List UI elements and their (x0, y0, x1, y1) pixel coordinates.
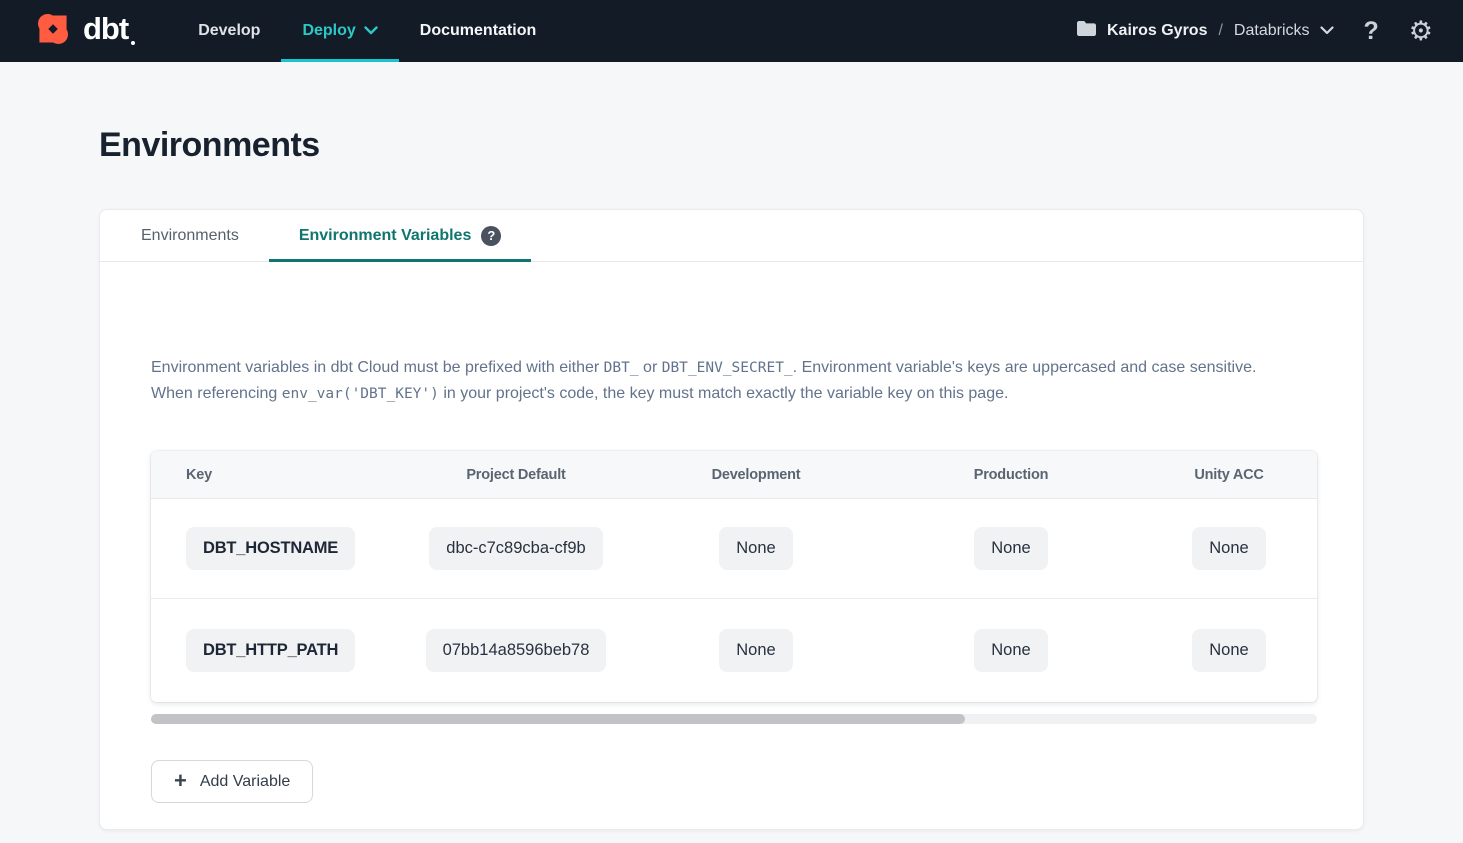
project-name: Kairos Gyros (1107, 22, 1207, 40)
unity-acc-cell[interactable]: None (1192, 527, 1265, 570)
horizontal-scrollbar-thumb[interactable] (151, 714, 965, 724)
dbt-logo-icon (30, 6, 76, 57)
column-header-production: Production (881, 467, 1141, 483)
dbt-logo[interactable]: dbt (30, 6, 135, 57)
question-mark-glyph: ? (487, 228, 495, 243)
var-key-cell[interactable]: DBT_HOSTNAME (186, 527, 355, 570)
development-cell[interactable]: None (719, 527, 792, 570)
nav-documentation-label: Documentation (420, 22, 536, 40)
table-row: DBT_HTTP_PATH 07bb14a8596beb78 None None… (151, 598, 1317, 702)
add-variable-label: Add Variable (200, 773, 290, 791)
tab-bar: Environments Environment Variables ? (100, 210, 1363, 262)
nav-item-deploy[interactable]: Deploy (281, 0, 398, 62)
add-variable-button[interactable]: + Add Variable (151, 760, 313, 803)
top-navigation: dbt Develop Deploy Documentation Kairos … (0, 0, 1463, 62)
deployment-name: Databricks (1234, 22, 1310, 40)
table-header-row: Key Project Default Development Producti… (151, 451, 1317, 499)
nav-deploy-label: Deploy (302, 22, 355, 40)
env-vars-table: Key Project Default Development Producti… (151, 451, 1317, 702)
development-cell[interactable]: None (719, 629, 792, 672)
folder-icon (1076, 20, 1097, 42)
tab-environments-label: Environments (141, 227, 239, 245)
account-project-switcher[interactable]: Kairos Gyros / Databricks (1076, 20, 1334, 42)
tab-environments[interactable]: Environments (111, 210, 269, 261)
horizontal-scrollbar[interactable] (151, 714, 1317, 724)
desc-text: in your project's code, the key must mat… (439, 385, 1009, 402)
var-key-cell[interactable]: DBT_HTTP_PATH (186, 629, 355, 672)
column-header-key: Key (151, 467, 401, 483)
column-header-unity-acc: Unity ACC (1141, 467, 1317, 483)
table-row: DBT_HOSTNAME dbc-c7c89cba-cf9b None None… (151, 499, 1317, 598)
project-default-cell[interactable]: 07bb14a8596beb78 (426, 629, 607, 672)
desc-text: When referencing (151, 385, 282, 402)
settings-button[interactable]: ⚙ (1409, 18, 1433, 45)
desc-code-env-var: env_var('DBT_KEY') (282, 386, 439, 402)
desc-text: or (639, 359, 662, 376)
breadcrumb-separator: / (1217, 22, 1223, 40)
desc-code-secret-prefix: DBT_ENV_SECRET_ (662, 360, 793, 376)
environments-card: Environments Environment Variables ? Env… (99, 209, 1364, 830)
chevron-down-icon (1320, 22, 1334, 40)
env-vars-description: Environment variables in dbt Cloud must … (151, 355, 1321, 407)
nav-item-documentation[interactable]: Documentation (399, 0, 557, 62)
production-cell[interactable]: None (974, 629, 1047, 672)
help-button[interactable]: ? (1364, 19, 1379, 44)
nav-develop-label: Develop (198, 22, 260, 40)
production-cell[interactable]: None (974, 527, 1047, 570)
tab-environment-variables-label: Environment Variables (299, 227, 472, 245)
gear-icon: ⚙ (1409, 18, 1433, 45)
desc-code-dbt-prefix: DBT_ (604, 360, 639, 376)
desc-text: . Environment variable's keys are upperc… (793, 359, 1257, 376)
column-header-development: Development (631, 467, 881, 483)
tab-environment-variables[interactable]: Environment Variables ? (269, 210, 532, 261)
unity-acc-cell[interactable]: None (1192, 629, 1265, 672)
plus-icon: + (174, 770, 187, 792)
question-mark-icon: ? (1364, 19, 1379, 44)
nav-item-develop[interactable]: Develop (177, 0, 281, 62)
column-header-project-default: Project Default (401, 467, 631, 483)
chevron-down-icon (364, 22, 378, 40)
page-title: Environments (99, 126, 1463, 165)
help-circle-icon[interactable]: ? (481, 226, 501, 246)
project-default-cell[interactable]: dbc-c7c89cba-cf9b (429, 527, 602, 570)
dbt-logo-wordmark: dbt (83, 6, 135, 52)
desc-text: Environment variables in dbt Cloud must … (151, 359, 604, 376)
